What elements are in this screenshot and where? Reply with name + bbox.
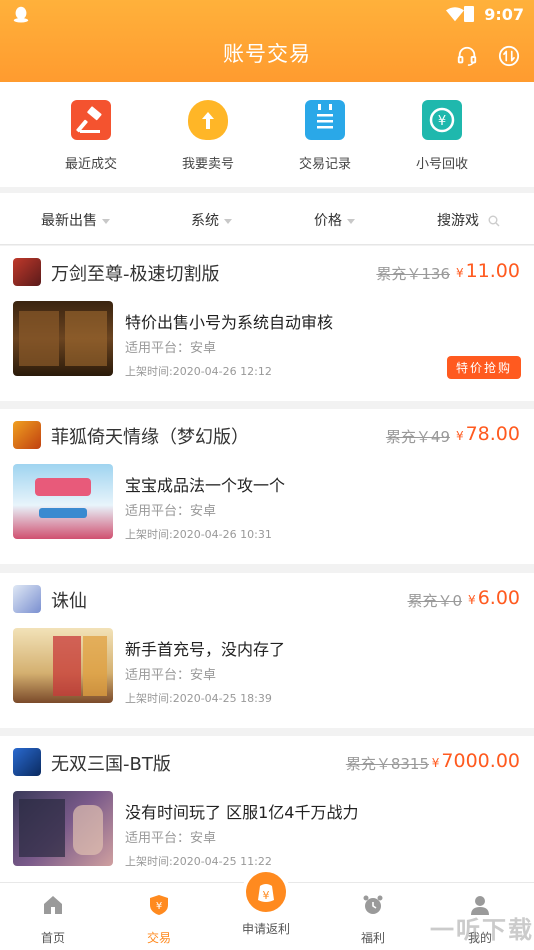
listing-time: 上架时间:2020-04-25 18:39 <box>125 692 272 705</box>
listing-card[interactable]: 万剑至尊-极速切割版 累充￥136 ¥11.00 特价出售小号为系统自动审核 适… <box>0 246 534 401</box>
status-time: 9:07 <box>484 5 524 24</box>
quick-action-label: 最近成交 <box>64 157 117 172</box>
wifi-icon <box>446 7 464 22</box>
filter-newest[interactable]: 最新出售 <box>41 210 110 230</box>
game-icon <box>13 585 41 613</box>
filter-price-label: 价格 <box>314 213 342 229</box>
money-bag-icon <box>188 100 228 140</box>
transfer-icon[interactable] <box>498 45 520 67</box>
quick-action-label: 小号回收 <box>415 157 468 172</box>
notepad-icon <box>305 100 345 140</box>
svg-text:¥: ¥ <box>263 889 270 902</box>
listing-description: 新手首充号，没内存了 <box>125 640 286 659</box>
tab-trade-label: 交易 <box>146 931 171 945</box>
search-game-label: 搜游戏 <box>437 213 479 229</box>
listing-platform: 适用平台：安卓 <box>125 341 217 356</box>
filter-system[interactable]: 系统 <box>191 210 232 230</box>
screenshot-thumbnail <box>13 301 113 376</box>
game-name: 菲狐倚天情缘（梦幻版） <box>51 427 249 448</box>
game-name: 万剑至尊-极速切割版 <box>51 264 220 285</box>
svg-text:¥: ¥ <box>438 114 446 129</box>
home-icon <box>44 896 62 914</box>
original-price: 累充￥49 <box>385 428 450 446</box>
battery-icon <box>464 6 474 22</box>
listing-description: 没有时间玩了 区服1亿4千万战力 <box>125 803 359 822</box>
game-icon <box>13 748 41 776</box>
listing-card[interactable]: 无双三国-BT版 累充￥8315 ¥7000.00 没有时间玩了 区服1亿4千万… <box>0 736 534 882</box>
currency-symbol: ¥ <box>455 429 464 443</box>
original-price: 累充￥0 <box>407 592 462 610</box>
game-icon <box>13 421 41 449</box>
listing-time: 上架时间:2020-04-26 10:31 <box>125 528 272 541</box>
filter-price[interactable]: 价格 <box>314 210 355 230</box>
game-name: 无双三国-BT版 <box>51 754 171 775</box>
tab-welfare[interactable]: 福利 <box>333 893 413 946</box>
quick-actions: 最近成交 我要卖号 交易记录 ¥ 小号回收 <box>0 82 534 187</box>
game-icon <box>13 258 41 286</box>
currency-symbol: ¥ <box>431 756 440 770</box>
qq-notification-icon <box>13 6 29 23</box>
sale-price: ¥7000.00 <box>432 750 520 772</box>
account-recycle-button[interactable]: ¥ 小号回收 <box>392 100 492 172</box>
alarm-clock-icon <box>363 895 383 914</box>
trade-history-button[interactable]: 交易记录 <box>275 100 375 172</box>
original-price: 累充￥136 <box>376 265 450 283</box>
sale-price: ¥11.00 <box>456 260 520 282</box>
page-title: 账号交易 <box>223 42 311 66</box>
chevron-down-icon <box>347 218 355 224</box>
sale-price: ¥78.00 <box>456 423 520 445</box>
listing-card[interactable]: 诛仙 累充￥0 ¥6.00 新手首充号，没内存了 适用平台：安卓 上架时间:20… <box>0 573 534 728</box>
recent-deals-button[interactable]: 最近成交 <box>41 100 141 172</box>
currency-symbol: ¥ <box>468 593 476 607</box>
quick-action-label: 我要卖号 <box>181 157 234 172</box>
price-value: 78.00 <box>465 423 520 445</box>
tab-apply-rebate[interactable]: ¥ 申请返利 <box>226 868 306 937</box>
filter-system-label: 系统 <box>191 213 219 229</box>
chevron-down-icon <box>102 218 110 224</box>
listing-platform: 适用平台：安卓 <box>125 668 217 683</box>
money-bag-yen-icon: ¥ <box>242 868 290 916</box>
price-value: 7000.00 <box>441 750 520 772</box>
headset-icon[interactable] <box>456 45 478 67</box>
special-offer-badge[interactable]: 特价抢购 <box>446 356 521 379</box>
price-value: 6.00 <box>477 587 520 609</box>
tab-home[interactable]: 首页 <box>13 893 93 946</box>
svg-text:¥: ¥ <box>156 901 162 912</box>
screenshot-thumbnail <box>13 628 113 703</box>
listing-time: 上架时间:2020-04-25 11:22 <box>125 855 272 868</box>
game-name: 诛仙 <box>51 591 87 612</box>
price-value: 11.00 <box>465 260 520 282</box>
filter-newest-label: 最新出售 <box>41 213 97 229</box>
tab-apply-rebate-label: 申请返利 <box>241 922 290 936</box>
tab-trade[interactable]: ¥ 交易 <box>119 893 199 946</box>
watermark: 一听下载 <box>430 916 534 944</box>
listing-platform: 适用平台：安卓 <box>125 504 217 519</box>
status-bar: 9:07 <box>0 0 534 28</box>
listing-description: 特价出售小号为系统自动审核 <box>125 313 334 332</box>
quick-action-label: 交易记录 <box>298 157 351 172</box>
screenshot-thumbnail <box>13 464 113 539</box>
recycle-yen-icon: ¥ <box>422 100 462 140</box>
shield-yen-icon: ¥ <box>150 895 168 915</box>
filter-bar: 最新出售 系统 价格 搜游戏 <box>0 193 534 245</box>
tab-welfare-label: 福利 <box>360 931 385 945</box>
listing-description: 宝宝成品法一个攻一个 <box>125 476 286 495</box>
search-icon <box>488 215 500 227</box>
chevron-down-icon <box>224 218 232 224</box>
listing-time: 上架时间:2020-04-26 12:12 <box>125 365 272 378</box>
tab-home-label: 首页 <box>40 931 65 945</box>
listing-card[interactable]: 菲狐倚天情缘（梦幻版） 累充￥49 ¥78.00 宝宝成品法一个攻一个 适用平台… <box>0 409 534 564</box>
search-game-button[interactable]: 搜游戏 <box>437 210 500 230</box>
original-price: 累充￥8315 <box>345 755 429 773</box>
listing-platform: 适用平台：安卓 <box>125 831 217 846</box>
sell-account-button[interactable]: 我要卖号 <box>158 100 258 172</box>
screenshot-thumbnail <box>13 791 113 866</box>
sale-price: ¥6.00 <box>468 587 520 609</box>
app-header: 9:07 账号交易 <box>0 0 534 82</box>
hammer-icon <box>71 100 111 140</box>
currency-symbol: ¥ <box>455 266 464 280</box>
